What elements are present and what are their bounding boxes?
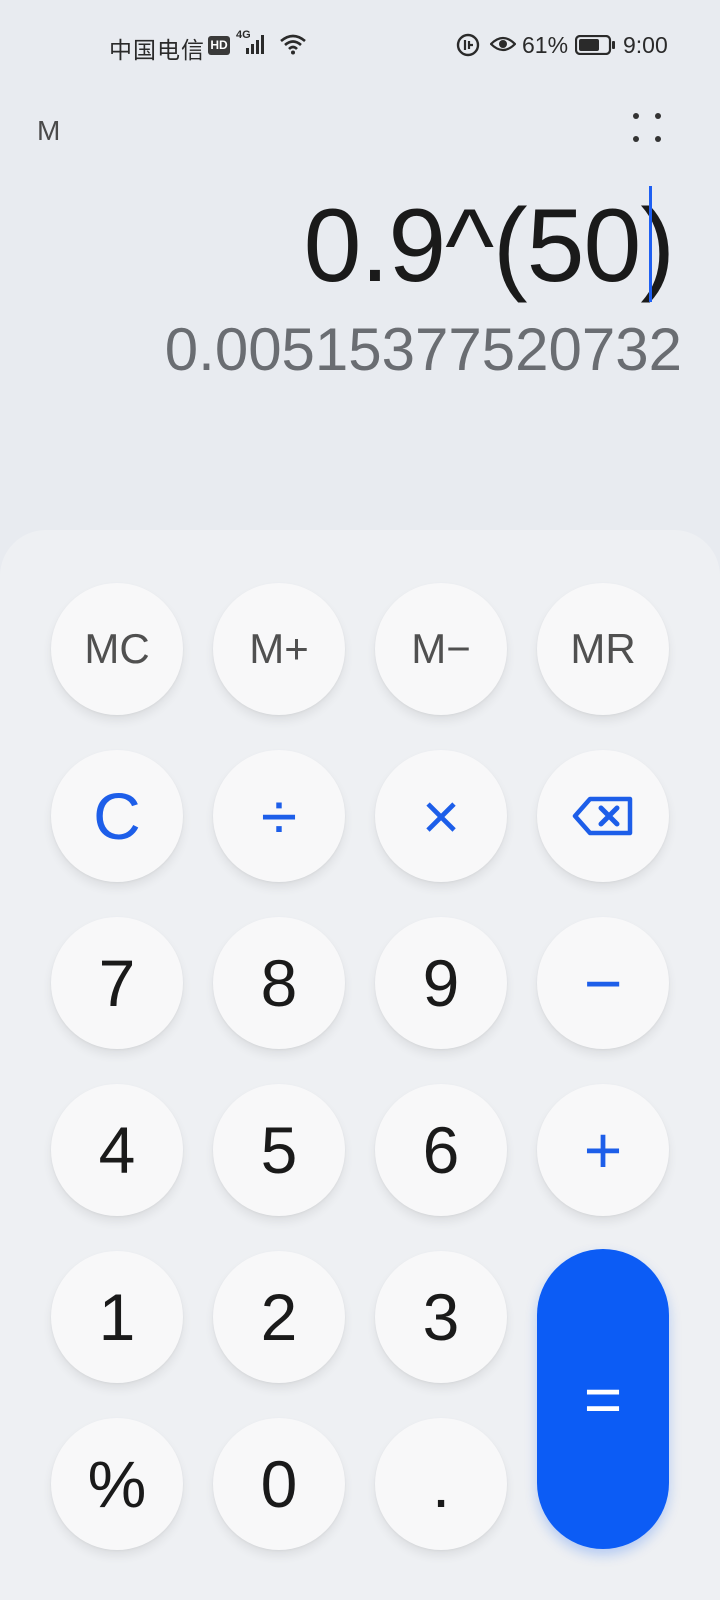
multiply-button[interactable]: ×	[375, 750, 507, 882]
memory-subtract-button[interactable]: M−	[375, 583, 507, 715]
decimal-point-button[interactable]: .	[375, 1418, 507, 1550]
digit-2-button[interactable]: 2	[213, 1251, 345, 1383]
digit-5-button[interactable]: 5	[213, 1084, 345, 1216]
digit-0-button[interactable]: 0	[213, 1418, 345, 1550]
expression-display[interactable]: 0.9^(50)	[304, 186, 675, 306]
eye-icon	[489, 35, 517, 58]
backspace-button[interactable]	[537, 750, 669, 882]
battery-icon	[574, 34, 617, 60]
sync-icon	[456, 33, 480, 62]
digit-8-button[interactable]: 8	[213, 917, 345, 1049]
text-cursor	[649, 186, 652, 302]
digit-4-button[interactable]: 4	[51, 1084, 183, 1216]
digit-7-button[interactable]: 7	[51, 917, 183, 1049]
clock: 9:00	[623, 32, 668, 58]
backspace-icon	[572, 796, 634, 836]
signal-icon	[246, 34, 268, 59]
more-options-icon[interactable]	[628, 110, 668, 150]
subtract-button[interactable]: −	[537, 917, 669, 1049]
status-bar: 中国电信 HD 4G 61% 9:00	[0, 0, 720, 92]
hd-badge: HD	[208, 36, 230, 55]
wifi-icon	[280, 33, 306, 60]
percent-button[interactable]: %	[51, 1418, 183, 1550]
divide-button[interactable]: ÷	[213, 750, 345, 882]
carrier-name: 中国电信	[109, 37, 205, 63]
memory-clear-button[interactable]: MC	[51, 583, 183, 715]
digit-1-button[interactable]: 1	[51, 1251, 183, 1383]
result-display: 0.00515377520732	[164, 316, 682, 383]
memory-indicator: M	[37, 115, 61, 146]
keypad: MC M+ M− MR C ÷ × 7 8 9 − 4 5 6 + 1 2 3 …	[0, 530, 720, 1600]
battery-percent: 61%	[522, 32, 569, 58]
digit-3-button[interactable]: 3	[375, 1251, 507, 1383]
add-button[interactable]: +	[537, 1084, 669, 1216]
digit-9-button[interactable]: 9	[375, 917, 507, 1049]
equals-button[interactable]: =	[537, 1249, 669, 1549]
memory-add-button[interactable]: M+	[213, 583, 345, 715]
clear-button[interactable]: C	[51, 750, 183, 882]
digit-6-button[interactable]: 6	[375, 1084, 507, 1216]
memory-recall-button[interactable]: MR	[537, 583, 669, 715]
